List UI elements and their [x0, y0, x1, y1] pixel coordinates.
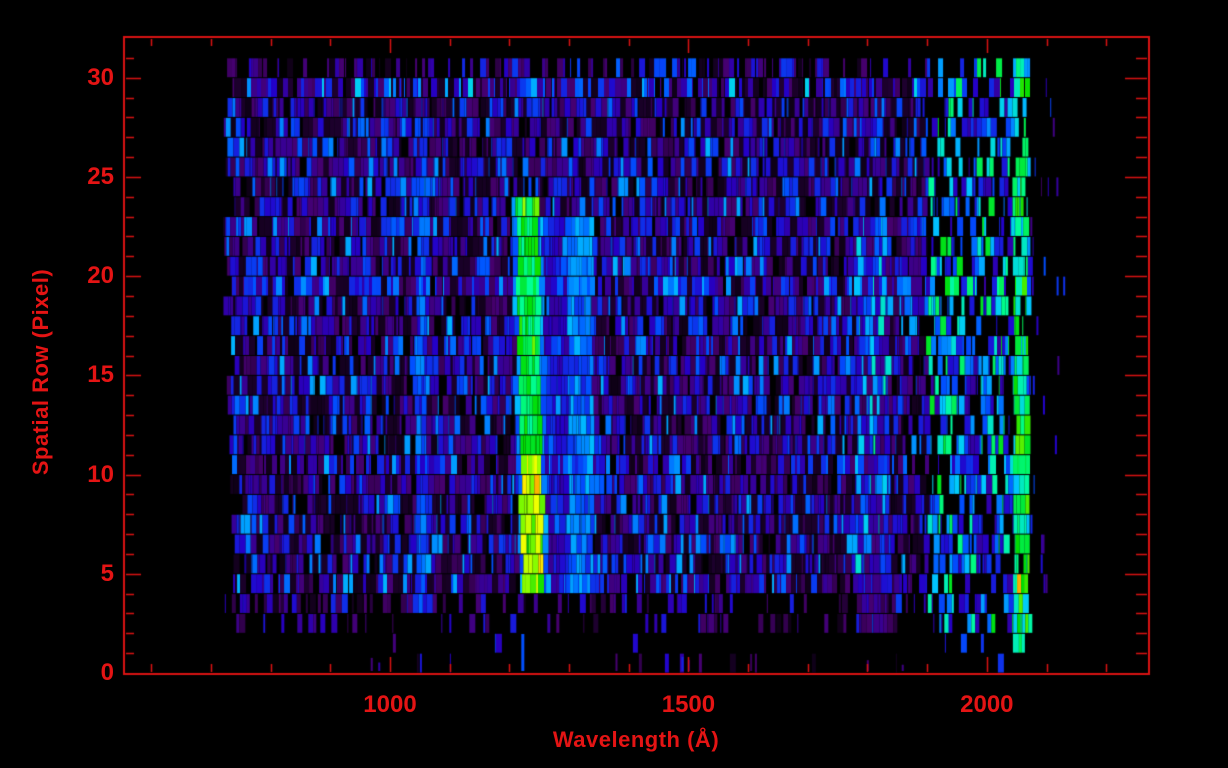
y-tick-label-25: 25	[87, 162, 114, 190]
x-tick-label-2000: 2000	[960, 691, 1014, 718]
y-tick-label-0: 0	[100, 659, 114, 686]
x-tick-label-1500: 1500	[661, 691, 716, 718]
y-tick-label-5: 5	[100, 559, 114, 587]
spectrogram-plot	[0, 0, 1228, 768]
x-axis-title: Wavelength (Å)	[552, 727, 720, 752]
x-tick-label-1000: 1000	[363, 691, 417, 718]
spectrogram-viewer: ra_151001092002_hisb_lin.fit 0 5.00000e+…	[0, 0, 1228, 768]
y-tick-label-30: 30	[87, 63, 114, 91]
y-axis-title: Spatial Row (Pixel)	[28, 268, 53, 476]
